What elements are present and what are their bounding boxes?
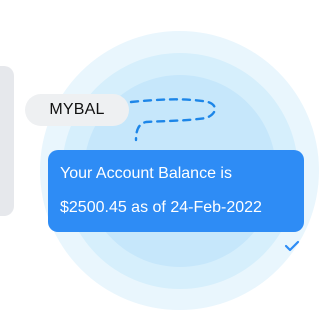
sent-message-text: MYBAL (49, 101, 105, 118)
reply-line-2: $2500.45 as of 24-Feb-2022 (60, 199, 262, 216)
adjacent-panel-edge (0, 66, 14, 216)
reply-message-bubble: Your Account Balance is $2500.45 as of 2… (48, 150, 304, 232)
sent-message-bubble: MYBAL (25, 94, 129, 126)
check-icon (284, 240, 300, 252)
reply-line-1: Your Account Balance is (60, 165, 232, 182)
